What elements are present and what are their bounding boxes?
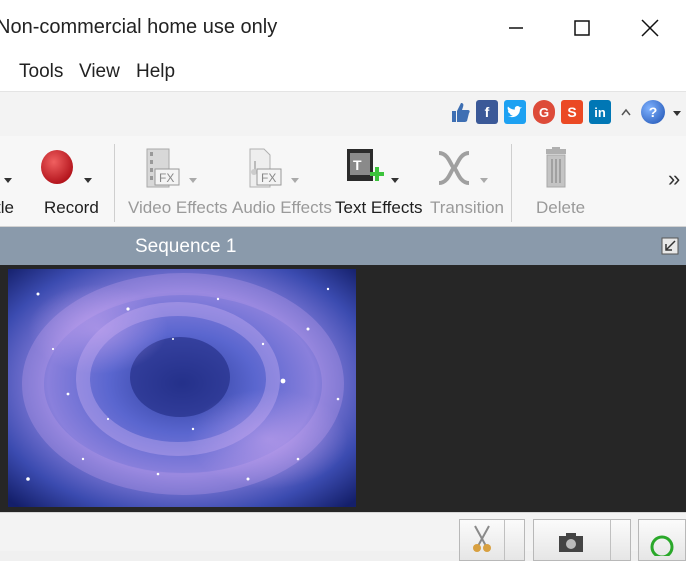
snapshot-button[interactable]: [533, 519, 631, 561]
preview-area: [0, 265, 686, 512]
transition-label: Transition: [430, 198, 505, 217]
text-effects-dropdown-caret[interactable]: [391, 178, 399, 183]
close-icon: [641, 18, 659, 37]
toolbar-separator: [511, 144, 512, 222]
minimize-icon: [509, 26, 523, 29]
svg-text:T: T: [353, 157, 362, 173]
minimize-button[interactable]: [486, 0, 546, 55]
bottom-control-bar: [0, 512, 686, 561]
delete-label: Delete: [536, 198, 586, 217]
audio-effects-button[interactable]: FX Audio Effects: [228, 136, 332, 226]
trash-icon: [546, 147, 566, 188]
menu-help[interactable]: Help: [136, 61, 175, 83]
maximize-icon: [574, 19, 590, 36]
audio-effects-label: Audio Effects: [232, 198, 332, 217]
sequence-title: Sequence 1: [135, 236, 237, 257]
stumbleupon-icon[interactable]: S: [561, 100, 583, 124]
audio-effects-dropdown-caret[interactable]: [291, 178, 299, 183]
text-effects-label: Text Effects: [335, 198, 423, 217]
nebula-video-frame: [8, 269, 356, 507]
video-preview[interactable]: [8, 269, 356, 507]
video-effects-label: Video Effects: [128, 198, 228, 217]
video-fx-icon: FX: [146, 148, 180, 188]
text-effects-button[interactable]: T Text Effects: [332, 136, 423, 226]
loop-icon: [650, 535, 674, 556]
transition-button[interactable]: Transition: [428, 136, 504, 226]
menu-tools[interactable]: Tools: [19, 61, 63, 83]
toolbar-overflow-button[interactable]: »: [662, 136, 684, 226]
record-icon: [41, 150, 73, 184]
title-bar: Non-commercial home use only: [0, 0, 686, 56]
twitter-icon[interactable]: [504, 100, 526, 124]
help-icon[interactable]: ?: [641, 100, 665, 124]
split-button[interactable]: [459, 519, 525, 561]
title-dropdown-caret[interactable]: [4, 178, 12, 183]
menu-view[interactable]: View: [79, 61, 120, 83]
toolbar-separator: [114, 144, 115, 222]
title-button-label: tle: [0, 198, 14, 217]
google-plus-icon[interactable]: G: [533, 100, 555, 124]
camera-icon: [559, 533, 583, 552]
help-dropdown-caret[interactable]: [673, 111, 681, 116]
like-icon[interactable]: [449, 100, 471, 124]
transition-icon: [438, 151, 470, 185]
video-effects-dropdown-caret[interactable]: [189, 178, 197, 183]
undock-icon[interactable]: [661, 237, 679, 255]
chevron-up-icon[interactable]: [620, 100, 632, 124]
main-toolbar: tle Record FX Video Effects FX Audio Eff…: [0, 136, 686, 227]
video-effects-button[interactable]: FX Video Effects: [124, 136, 228, 226]
svg-text:FX: FX: [159, 171, 174, 185]
split-button-divider: [504, 520, 505, 560]
overflow-chevron-icon: »: [668, 166, 681, 191]
text-effects-icon: T: [347, 149, 384, 181]
menu-bar: Tools View Help: [0, 55, 686, 91]
record-button[interactable]: Record: [38, 136, 99, 226]
close-button[interactable]: [620, 0, 680, 55]
snapshot-button-divider: [610, 520, 611, 560]
svg-text:FX: FX: [261, 171, 276, 185]
record-dropdown-caret[interactable]: [84, 178, 92, 183]
linkedin-icon[interactable]: in: [589, 100, 611, 124]
transition-dropdown-caret[interactable]: [480, 178, 488, 183]
delete-button[interactable]: Delete: [530, 136, 586, 226]
maximize-button[interactable]: [552, 0, 612, 55]
audio-fx-icon: FX: [249, 148, 282, 188]
loop-button[interactable]: [638, 519, 686, 561]
social-bar: f G S in ?: [0, 91, 686, 137]
record-label: Record: [44, 198, 99, 217]
sequence-header: Sequence 1: [0, 227, 686, 265]
facebook-icon[interactable]: f: [476, 100, 498, 124]
window-title: Non-commercial home use only: [0, 16, 278, 38]
title-button[interactable]: tle: [0, 136, 20, 226]
scissors-icon: [473, 525, 491, 552]
